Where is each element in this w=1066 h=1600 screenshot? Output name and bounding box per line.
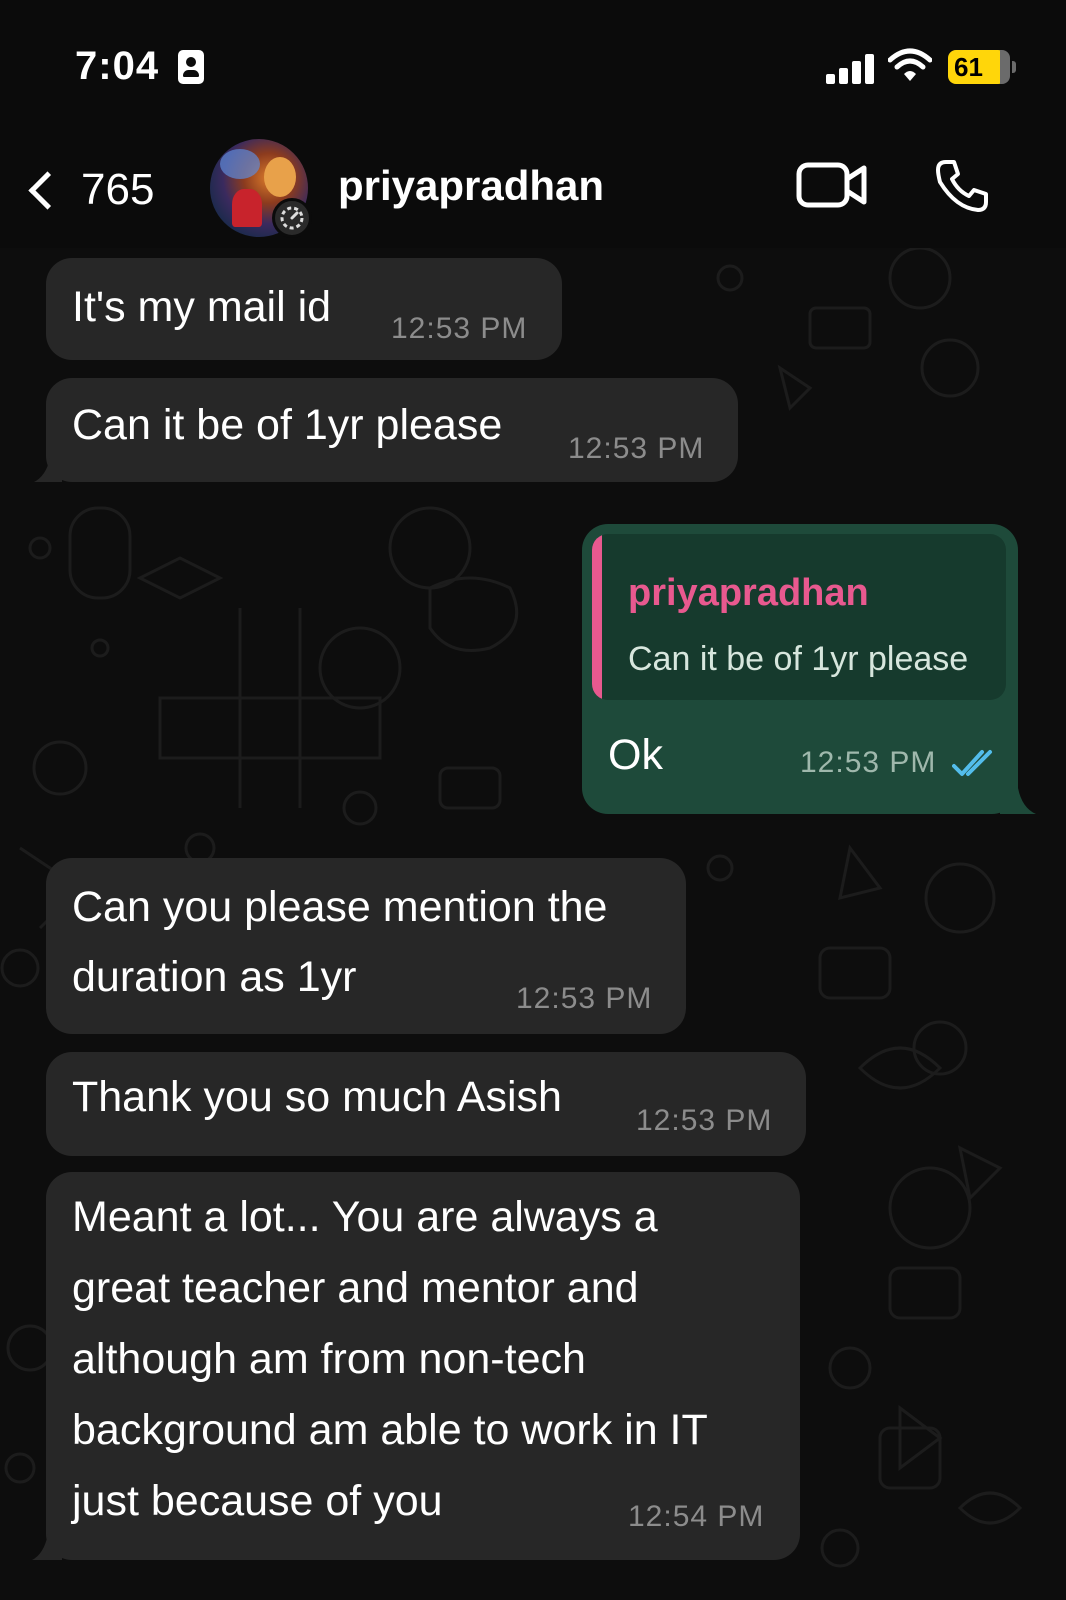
message-text: great teacher and mentor and: [72, 1264, 639, 1312]
message-bubble-incoming[interactable]: Thank you so much Asish 12:53 PM: [46, 1052, 806, 1156]
message-text: Can it be of 1yr please: [72, 401, 503, 449]
status-time: 7:04: [75, 44, 160, 88]
unread-count: 765: [81, 165, 155, 214]
chat-header: 765 priyapradhan: [0, 130, 1066, 248]
message-bubble-incoming[interactable]: It's my mail id 12:53 PM: [46, 258, 562, 360]
double-check-icon: [952, 750, 992, 776]
battery-tip: [1012, 61, 1016, 73]
contact-card-icon: [178, 50, 204, 84]
message-timestamp: 12:53 PM: [391, 312, 528, 345]
message-timestamp: 12:54 PM: [628, 1500, 765, 1533]
bubble-tail: [32, 1534, 62, 1560]
message-timestamp: 12:53 PM: [800, 746, 937, 779]
quoted-message[interactable]: priyapradhan Can it be of 1yr please: [592, 534, 1006, 700]
message-bubble-incoming[interactable]: Can you please mention the duration as 1…: [46, 858, 686, 1034]
quote-accent-bar: [592, 534, 602, 700]
chevron-left-icon: [28, 170, 67, 210]
bubble-tail: [1000, 788, 1036, 814]
status-bar: 7:04 61: [0, 0, 1066, 130]
quote-author: priyapradhan: [628, 572, 869, 614]
message-timestamp: 12:53 PM: [568, 432, 705, 465]
message-text: Can you please mention the: [72, 883, 608, 931]
quote-text: Can it be of 1yr please: [628, 640, 969, 678]
message-timestamp: 12:53 PM: [636, 1104, 773, 1137]
contact-name[interactable]: priyapradhan: [338, 162, 604, 210]
message-text: background am able to work in IT: [72, 1406, 708, 1454]
message-text: although am from non-tech: [72, 1335, 586, 1383]
bubble-tail: [34, 458, 62, 482]
message-bubble-outgoing[interactable]: priyapradhan Can it be of 1yr please Ok …: [582, 524, 1018, 814]
message-timestamp: 12:53 PM: [516, 982, 653, 1015]
battery-empty-segment: [1000, 50, 1010, 84]
phone-icon[interactable]: [932, 156, 992, 216]
message-bubble-incoming[interactable]: Can it be of 1yr please 12:53 PM: [46, 378, 738, 482]
chat-area[interactable]: It's my mail id 12:53 PM Can it be of 1y…: [0, 248, 1066, 1600]
wifi-icon: [888, 48, 932, 81]
message-text: Meant a lot... You are always a: [72, 1193, 658, 1241]
message-text: It's my mail id: [72, 283, 332, 331]
message-text: Thank you so much Asish: [72, 1073, 562, 1121]
message-bubble-incoming[interactable]: Meant a lot... You are always a great te…: [46, 1172, 800, 1560]
back-button[interactable]: 765: [20, 160, 154, 220]
cellular-signal-icon: [826, 52, 876, 84]
message-text: Ok: [608, 731, 663, 779]
battery-icon: 61: [948, 50, 1006, 84]
video-call-icon[interactable]: [796, 160, 868, 210]
status-indicator-icon: [272, 198, 312, 238]
message-text: just because of you: [72, 1477, 443, 1525]
message-text: duration as 1yr: [72, 953, 357, 1001]
